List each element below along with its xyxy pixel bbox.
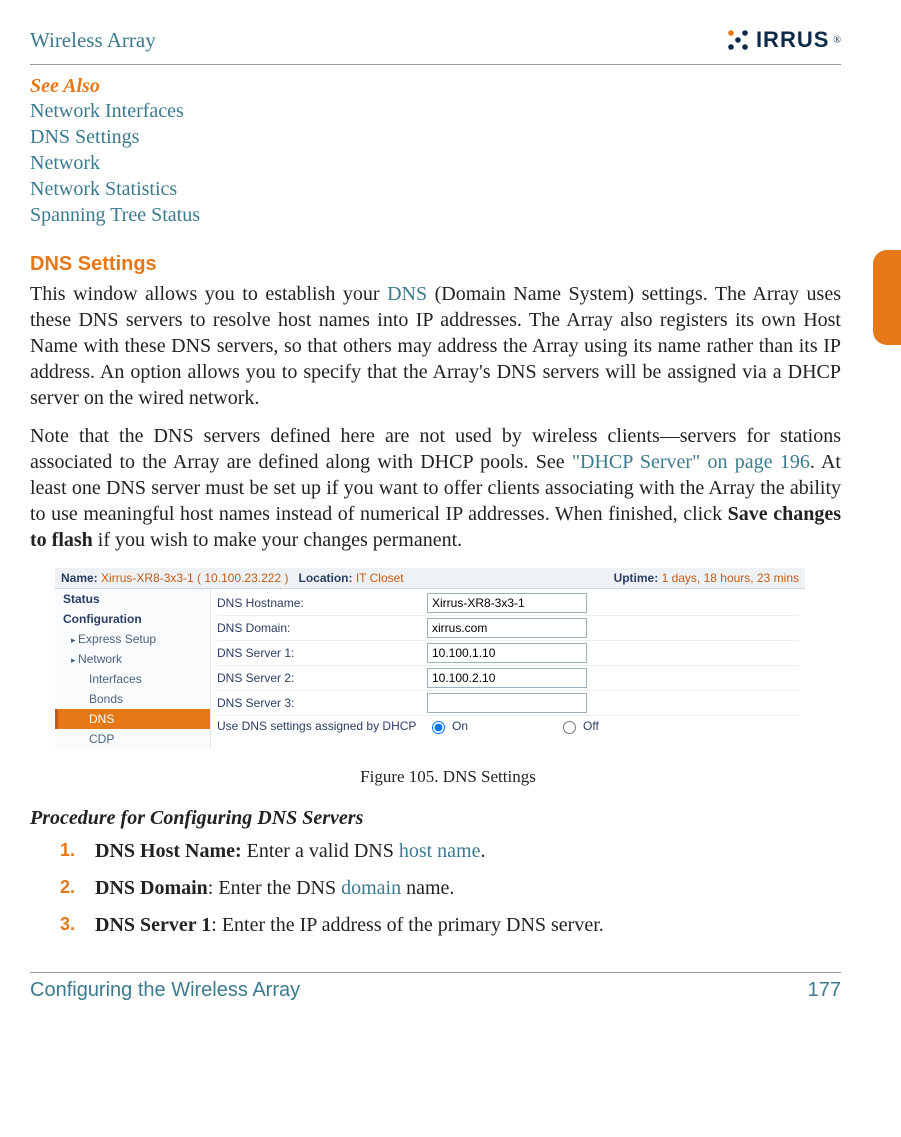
on-label: On [452,719,468,733]
hostname-label: DNS Hostname: [217,596,427,610]
see-also-link[interactable]: Network Interfaces [30,98,841,124]
step-item: DNS Server 1: Enter the IP address of th… [60,914,841,937]
banner-location-value: IT Closet [356,571,404,585]
banner-uptime-value: 1 days, 18 hours, 23 mins [662,571,799,585]
nav-dns-active[interactable]: DNS [55,709,210,729]
domain-input[interactable] [427,618,587,638]
cross-ref-link[interactable]: "DHCP Server" on page 196 [572,451,810,473]
figure-screenshot: Name: Xirrus-XR8-3x3-1 ( 10.100.23.222 )… [55,568,805,749]
footer-section: Configuring the Wireless Array [30,979,300,1002]
brand-x-icon [724,26,752,54]
nav-cdp[interactable]: CDP [55,729,210,749]
see-also-link[interactable]: Spanning Tree Status [30,202,841,228]
server3-input[interactable] [427,693,587,713]
step-bold: DNS Server 1 [95,914,211,936]
figure-banner: Name: Xirrus-XR8-3x3-1 ( 10.100.23.222 )… [55,568,805,589]
brand-text: IRRUS [756,27,829,53]
hostname-input[interactable] [427,593,587,613]
thumb-tab [873,250,901,345]
server3-label: DNS Server 3: [217,696,427,710]
banner-name-value: Xirrus-XR8-3x3-1 ( 10.100.23.222 ) [101,571,288,585]
figure-container: Name: Xirrus-XR8-3x3-1 ( 10.100.23.222 )… [55,568,841,787]
step-item: DNS Domain: Enter the DNS domain name. [60,877,841,900]
page-header: Wireless Array IRRUS ® [30,20,841,60]
footer-page-number: 177 [808,979,841,1002]
off-label: Off [583,719,599,733]
see-also-link[interactable]: Network [30,150,841,176]
brand-logo: IRRUS ® [724,26,841,54]
text: : Enter the DNS [208,877,341,899]
text: : Enter the IP address of the primary DN… [211,914,604,936]
body-paragraph: Note that the DNS servers defined here a… [30,423,841,553]
server1-label: DNS Server 1: [217,646,427,660]
nav-network[interactable]: Network [55,649,210,669]
glossary-link-hostname[interactable]: host name [399,840,481,862]
see-also-links: Network Interfaces DNS Settings Network … [30,98,841,228]
header-rule [30,64,841,65]
step-bold: DNS Host Name: [95,840,242,862]
server2-label: DNS Server 2: [217,671,427,685]
see-also-heading: See Also [30,75,841,98]
dhcp-label: Use DNS settings assigned by DHCP [217,719,427,733]
glossary-link-dns[interactable]: DNS [387,283,427,305]
figure-form: DNS Hostname: DNS Domain: DNS Server 1: … [211,589,805,749]
running-head: Wireless Array [30,28,156,53]
dhcp-radio-group: On Off [427,718,599,734]
nav-configuration[interactable]: Configuration [55,609,210,629]
footer-rule [30,972,841,973]
body-paragraph: This window allows you to establish your… [30,281,841,411]
figure-nav: Status Configuration Express Setup Netwo… [55,589,211,749]
nav-bonds[interactable]: Bonds [55,689,210,709]
text: if you wish to make your changes permane… [93,529,462,551]
nav-interfaces[interactable]: Interfaces [55,669,210,689]
text: . [481,840,486,862]
server2-input[interactable] [427,668,587,688]
procedure-steps: DNS Host Name: Enter a valid DNS host na… [60,840,841,937]
dhcp-on-option[interactable]: On [427,718,468,734]
glossary-link-domain[interactable]: domain [341,877,401,899]
procedure-heading: Procedure for Configuring DNS Servers [30,807,841,830]
text: name. [401,877,454,899]
nav-status[interactable]: Status [55,589,210,609]
step-item: DNS Host Name: Enter a valid DNS host na… [60,840,841,863]
server1-input[interactable] [427,643,587,663]
text: This window allows you to establish your [30,283,387,305]
nav-express-setup[interactable]: Express Setup [55,629,210,649]
dhcp-off-option[interactable]: Off [558,718,599,734]
domain-label: DNS Domain: [217,621,427,635]
see-also-link[interactable]: DNS Settings [30,124,841,150]
banner-location-label: Location: [298,571,352,585]
figure-caption: Figure 105. DNS Settings [55,767,841,787]
page-footer: Configuring the Wireless Array 177 [30,979,841,1002]
dhcp-off-radio[interactable] [563,721,576,734]
see-also-link[interactable]: Network Statistics [30,176,841,202]
banner-name-label: Name: [61,571,98,585]
step-bold: DNS Domain [95,877,208,899]
banner-uptime-label: Uptime: [614,571,659,585]
text: Enter a valid DNS [242,840,399,862]
dhcp-on-radio[interactable] [432,721,445,734]
brand-registered-icon: ® [833,35,841,46]
section-heading: DNS Settings [30,253,841,276]
